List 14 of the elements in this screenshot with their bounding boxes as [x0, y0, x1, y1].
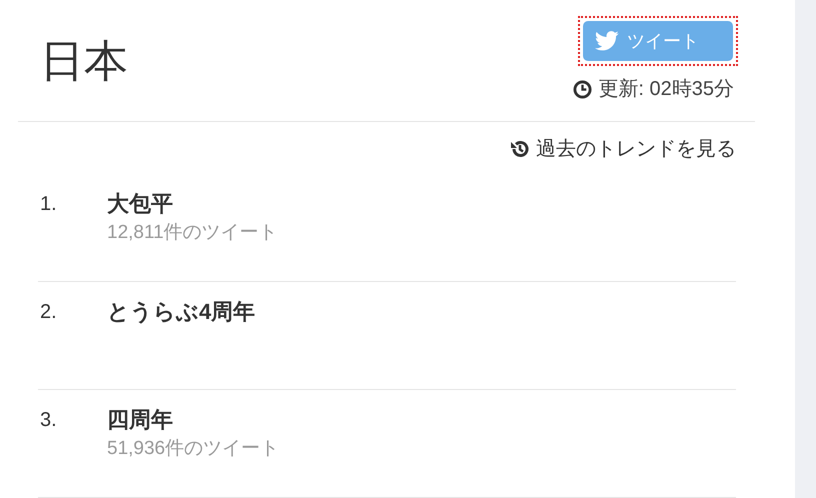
trend-name[interactable]: 四周年 [107, 406, 173, 434]
rank-number: 3. [39, 408, 58, 433]
update-time: 更新: 02時35分 [598, 77, 734, 102]
history-link[interactable]: 過去のトレンドを見る [510, 134, 736, 164]
clock-icon [573, 80, 592, 98]
rank-number: 1. [39, 192, 58, 217]
rank-number: 2. [39, 300, 58, 325]
history-icon [510, 139, 530, 159]
trend-name[interactable]: 大包平 [107, 190, 173, 218]
tweet-count: 51,936件のツイート [107, 437, 280, 461]
page-title: 日本 [40, 36, 128, 88]
trend-name[interactable]: とうらぶ4周年 [107, 298, 256, 326]
bird-icon [595, 31, 619, 51]
tweet-count: 12,811件のツイート [107, 221, 278, 245]
